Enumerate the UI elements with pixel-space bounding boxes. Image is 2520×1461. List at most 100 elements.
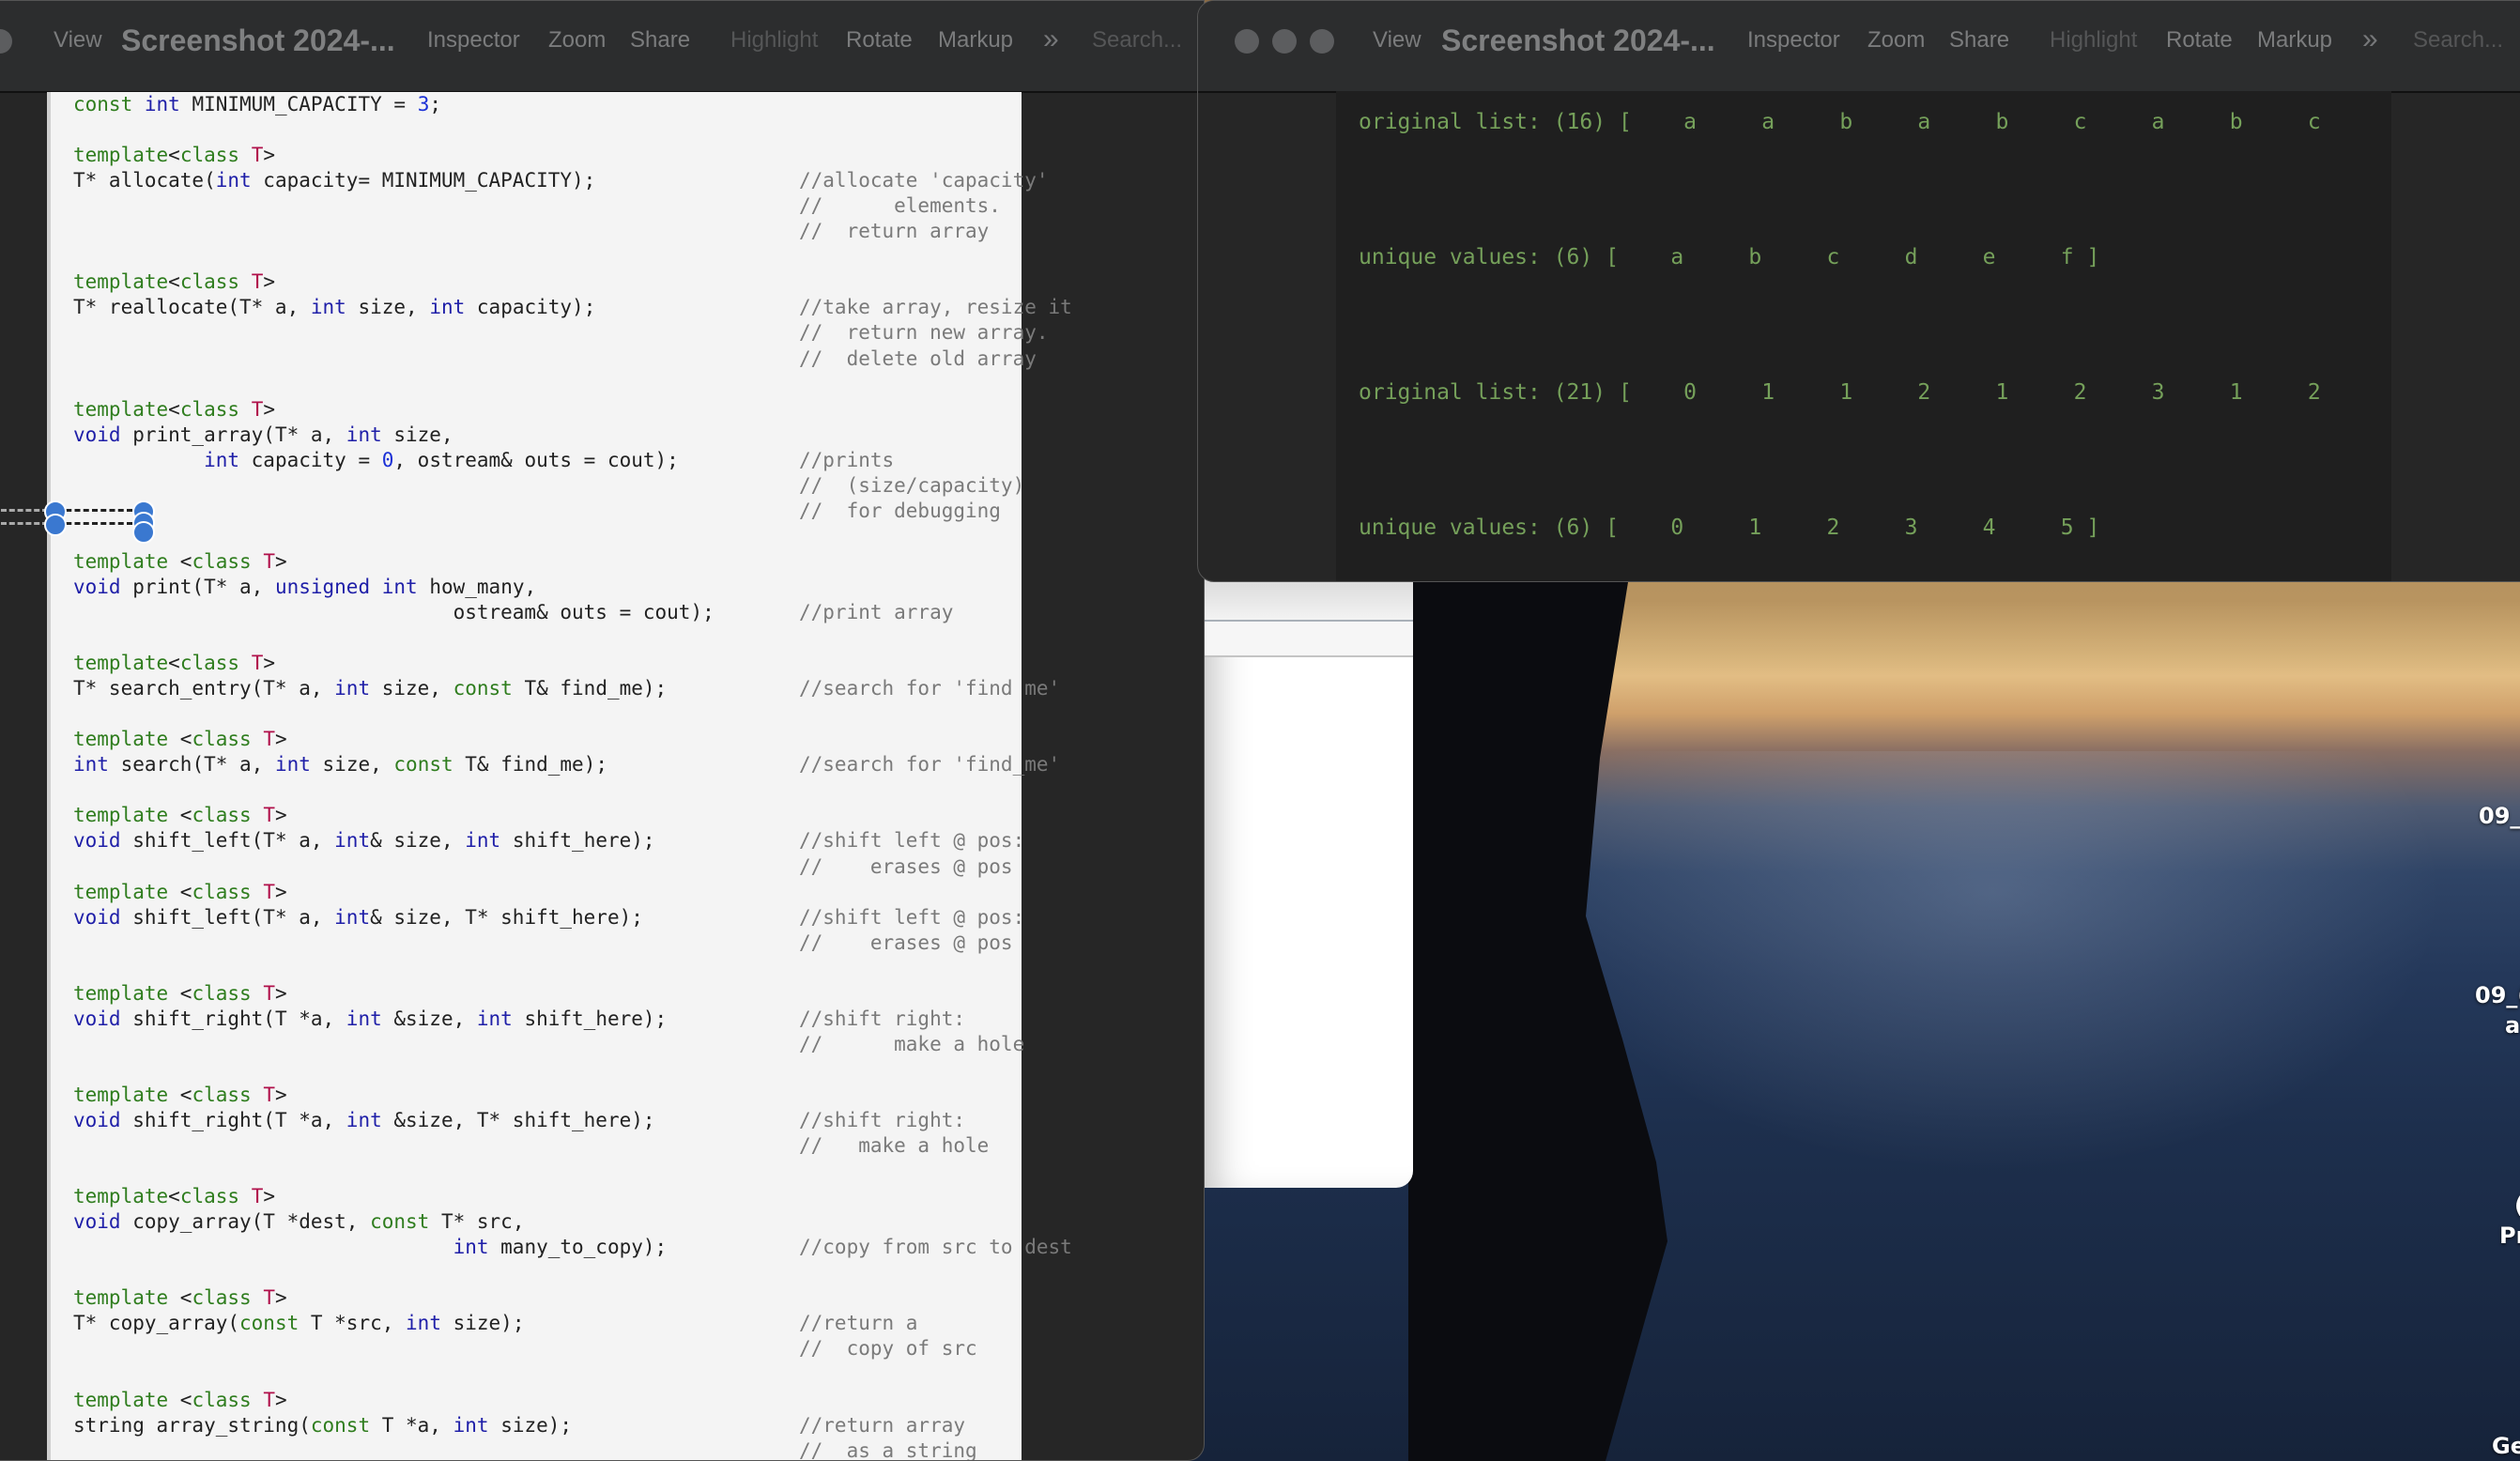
code-comment: //search for 'find_me' <box>799 753 1061 777</box>
rotate-button[interactable]: Rotate <box>2166 27 2233 54</box>
code-keyword: class <box>192 804 252 827</box>
highlight-button[interactable]: Highlight <box>730 27 818 54</box>
code-text: &size, T* shift_here); <box>381 1109 655 1131</box>
code-keyword: class <box>192 549 252 573</box>
window-control-button[interactable] <box>0 29 12 54</box>
code-comment: //return a <box>799 1312 918 1335</box>
zoom-button[interactable]: Zoom <box>1867 27 1925 54</box>
code-keyword: int <box>406 1312 441 1335</box>
code-text: > <box>274 804 287 827</box>
code-text: T* copy_array( <box>73 1312 240 1335</box>
code-keyword: class <box>192 1083 252 1106</box>
code-keyword: T <box>251 270 264 294</box>
highlight-button[interactable]: Highlight <box>2050 27 2137 54</box>
code-comment: // return array <box>799 220 990 243</box>
more-chevron-icon[interactable]: » <box>2362 23 2378 55</box>
markup-button[interactable]: Markup <box>938 27 1013 54</box>
code-text: T *src, <box>299 1312 407 1335</box>
code-line: void shift_left(T* a, int& size, int shi… <box>73 828 655 854</box>
code-keyword: T <box>263 1083 275 1106</box>
code-keyword: class <box>179 144 240 167</box>
share-button[interactable]: Share <box>1949 27 2009 54</box>
code-keyword: const <box>370 1210 430 1234</box>
inspector-button[interactable]: Inspector <box>427 27 520 54</box>
code-keyword: int <box>453 1413 489 1437</box>
code-text: , ostream& outs = cout); <box>393 448 679 471</box>
search-field[interactable]: Search... <box>1092 27 1182 54</box>
code-line: T* reallocate(T* a, int size, int capaci… <box>73 295 595 320</box>
markup-button[interactable]: Markup <box>2257 27 2332 54</box>
code-text: < <box>168 804 192 827</box>
code-comment: //shift right: <box>799 1007 966 1030</box>
preview-window-output[interactable]: View Screenshot 2024-... Inspector Zoom … <box>1197 0 2520 582</box>
window-toolbar: View Screenshot 2024-... Inspector Zoom … <box>0 1 1204 93</box>
code-comment: // as a string <box>799 1438 977 1461</box>
code-text: size, <box>310 753 394 777</box>
code-text: size, <box>346 296 430 319</box>
selection-handle[interactable] <box>132 521 155 544</box>
desktop-file-label[interactable]: Ge <box>2492 1433 2520 1459</box>
code-text: size); <box>488 1413 573 1437</box>
inspector-button[interactable]: Inspector <box>1747 27 1840 54</box>
code-text: < <box>168 1185 180 1208</box>
desktop-file-label[interactable]: Pr <box>2499 1223 2520 1249</box>
code-keyword: const <box>73 93 133 115</box>
code-line: string array_string(const T *a, int size… <box>73 1413 572 1438</box>
more-chevron-icon[interactable]: » <box>1043 23 1059 55</box>
code-keyword: unsigned <box>274 575 371 598</box>
code-keyword: template <box>73 728 169 751</box>
window-title: Screenshot 2024-... <box>1441 23 1715 57</box>
code-line: T* search_entry(T* a, int size, const T&… <box>73 676 667 701</box>
code-line: template<class T> <box>73 651 275 676</box>
view-menu-button[interactable]: View <box>54 27 102 54</box>
code-comment: // copy of src <box>799 1337 977 1361</box>
code-keyword: class <box>192 981 252 1005</box>
code-keyword: int <box>274 753 311 777</box>
desktop-file-label[interactable]: ( <box>2514 1192 2520 1219</box>
code-text: > <box>274 1286 287 1310</box>
code-number: 0 <box>381 448 394 471</box>
close-button[interactable] <box>1235 29 1259 54</box>
code-keyword: class <box>179 270 240 294</box>
code-comment: //allocate 'capacity' <box>799 169 1049 192</box>
view-menu-button[interactable]: View <box>1373 27 1421 54</box>
code-text: search(T* a, <box>108 753 275 777</box>
desktop-file-label[interactable]: a <box>2505 1012 2520 1038</box>
code-comment: //print array <box>799 601 954 623</box>
code-line: template <class T> <box>73 803 287 828</box>
desktop-file-label[interactable]: 09_( <box>2475 982 2520 1008</box>
code-text: T* allocate( <box>73 169 216 192</box>
window-toolbar: View Screenshot 2024-... Inspector Zoom … <box>1198 1 2520 93</box>
code-text: < <box>168 880 192 903</box>
search-field[interactable]: Search... <box>2413 27 2503 54</box>
selection-border <box>57 522 132 525</box>
code-text: > <box>263 1185 275 1208</box>
preview-window-code[interactable]: View Screenshot 2024-... Inspector Zoom … <box>0 0 1205 1461</box>
code-keyword: class <box>192 880 252 903</box>
selection-handle[interactable] <box>44 514 67 536</box>
code-comment: // erases @ pos <box>799 854 1013 878</box>
background-window[interactable] <box>1205 577 1413 1188</box>
rotate-button[interactable]: Rotate <box>846 27 913 54</box>
code-line: T* allocate(int capacity= MINIMUM_CAPACI… <box>73 168 595 193</box>
code-keyword: template <box>73 880 169 903</box>
fullscreen-button[interactable] <box>1310 29 1334 54</box>
code-keyword: const <box>310 1413 371 1437</box>
code-keyword: T <box>251 1185 264 1208</box>
code-comment: //take array, resize it <box>799 296 1072 319</box>
share-button[interactable]: Share <box>630 27 690 54</box>
code-line: template <class T> <box>73 981 287 1007</box>
desktop-file-label[interactable]: 09_ <box>2479 803 2520 829</box>
code-line: template <class T> <box>73 1285 287 1311</box>
code-text: capacity); <box>465 296 596 319</box>
zoom-button[interactable]: Zoom <box>548 27 606 54</box>
code-keyword: T <box>263 981 275 1005</box>
minimize-button[interactable] <box>1272 29 1297 54</box>
code-text: < <box>168 652 180 675</box>
